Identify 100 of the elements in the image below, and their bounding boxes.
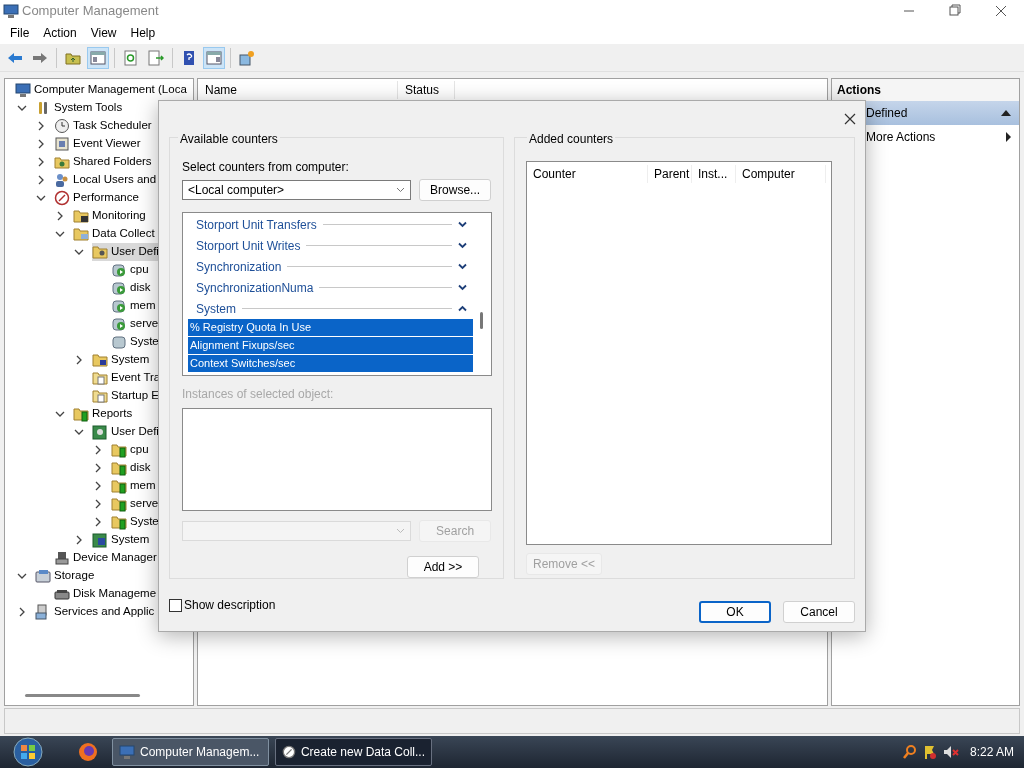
menu-item[interactable]: Help [124, 24, 162, 42]
computer-dropdown[interactable]: <Local computer> [182, 180, 412, 200]
chevron-icon[interactable] [93, 517, 103, 527]
chevron-icon[interactable] [36, 139, 46, 149]
chevron-icon[interactable] [458, 242, 467, 249]
tree-item[interactable]: mem [111, 477, 160, 495]
chevron-icon[interactable] [36, 175, 46, 185]
chevron-icon[interactable] [458, 221, 467, 228]
tree-item[interactable]: Local Users and [54, 171, 161, 189]
column-header[interactable]: Parent [648, 165, 692, 183]
tree-item[interactable]: serve [111, 315, 163, 333]
chevron-icon[interactable] [74, 535, 84, 545]
tree-item[interactable]: Disk Manageme [54, 585, 161, 603]
tree-item[interactable]: serve [111, 495, 163, 513]
toolbar-button[interactable] [203, 46, 225, 69]
counter-category[interactable]: Storport Unit Writes [188, 235, 473, 256]
tree-item[interactable]: Shared Folders [54, 153, 156, 171]
column-header[interactable]: Counter [527, 165, 648, 183]
chevron-icon[interactable] [458, 263, 467, 270]
tree-item[interactable]: User Defi [92, 423, 163, 441]
folder-icon [73, 226, 89, 242]
actions-title: Actions [832, 79, 1019, 101]
chevron-icon[interactable] [17, 103, 27, 113]
chevron-icon[interactable] [36, 121, 46, 131]
browse-button[interactable]: Browse... [419, 179, 491, 201]
tree-item[interactable]: Storage [35, 567, 99, 585]
chevron-icon[interactable] [74, 427, 84, 437]
clock[interactable]: 8:22 AM [969, 743, 1014, 761]
tree-item[interactable]: System [92, 351, 154, 369]
field-label: Instances of selected object: [182, 386, 335, 404]
taskbar-button[interactable]: Create new Data Coll... [275, 738, 432, 766]
counter-item[interactable]: Alignment Fixups/sec [188, 337, 473, 355]
magnifier-icon[interactable] [901, 744, 918, 760]
browser-icon[interactable] [78, 742, 98, 762]
chevron-icon[interactable] [458, 284, 467, 291]
tree-item[interactable]: Syste [111, 513, 163, 531]
chevron-icon[interactable] [93, 463, 103, 473]
counter-item[interactable]: Context Switches/sec [188, 355, 473, 373]
counter-category[interactable]: Storport Unit Transfers [188, 214, 473, 235]
add-button[interactable]: Add >> [407, 556, 479, 578]
tree-item[interactable]: disk [111, 459, 155, 477]
chevron-icon[interactable] [36, 193, 46, 203]
tree-item[interactable]: System [92, 531, 154, 549]
taskbar-button[interactable]: Computer Managem... [112, 738, 269, 766]
chevron-icon[interactable] [55, 229, 65, 239]
counter-category[interactable]: Synchronization [188, 256, 473, 277]
tree-item[interactable]: System Tools [35, 99, 127, 117]
column-header[interactable]: Inst... [692, 165, 736, 183]
tree-item[interactable]: Device Manager [54, 549, 161, 567]
chevron-icon[interactable] [93, 481, 103, 491]
cylinder-icon [111, 262, 127, 278]
instances-list[interactable] [182, 408, 492, 511]
speaker-muted-icon[interactable] [941, 744, 960, 760]
tree-item[interactable]: cpu [111, 441, 153, 459]
tree-item[interactable]: Task Scheduler [54, 117, 156, 135]
tree-item[interactable]: Data Collect [73, 225, 159, 243]
tree-item[interactable]: Monitoring [73, 207, 150, 225]
dialog-button[interactable]: OK [699, 601, 771, 623]
collapse-triangle-icon[interactable] [1001, 110, 1011, 116]
scrollbar[interactable] [25, 694, 140, 697]
column-header[interactable]: Computer [736, 165, 826, 183]
chevron-icon[interactable] [55, 409, 65, 419]
dialog-button[interactable]: Cancel [783, 601, 855, 623]
tree-item[interactable]: mem [111, 297, 160, 315]
chevron-icon[interactable] [93, 445, 103, 455]
toolbar-button[interactable] [87, 46, 109, 69]
chevron-icon[interactable] [17, 607, 27, 617]
checkbox[interactable] [169, 598, 182, 612]
column-header[interactable]: Name [198, 80, 398, 99]
chevron-icon[interactable] [93, 499, 103, 509]
counter-category[interactable]: System [188, 298, 473, 319]
tree-item[interactable]: disk [111, 279, 155, 297]
counter-item[interactable]: % Registry Quota In Use [188, 319, 473, 337]
tree-item[interactable]: Syste [111, 333, 163, 351]
tree-item[interactable]: Services and Applic [35, 603, 159, 621]
close-icon[interactable] [843, 112, 857, 126]
counter-category[interactable]: SynchronizationNuma [188, 277, 473, 298]
column-header[interactable]: Status [398, 80, 455, 99]
menu-item[interactable]: View [84, 24, 123, 42]
chevron-icon[interactable] [458, 305, 467, 312]
tree-item[interactable]: Startup E [92, 387, 163, 405]
tree-item[interactable]: Performance [54, 189, 143, 207]
tree-item[interactable]: Event Viewer [54, 135, 145, 153]
chevron-icon[interactable] [36, 157, 46, 167]
chevron-icon[interactable] [55, 211, 65, 221]
tree-item[interactable]: Computer Management (Loca [15, 81, 191, 99]
chevron-icon[interactable] [17, 571, 27, 581]
chevron-icon[interactable] [74, 247, 84, 257]
chart-folder-icon [73, 208, 89, 224]
chevron-icon[interactable] [74, 355, 84, 365]
menu-item[interactable]: File [4, 24, 36, 42]
checkbox-label: Show description [184, 597, 276, 614]
menu-item[interactable]: Action [37, 24, 83, 42]
action-pane-icon [206, 49, 222, 66]
more-actions-link[interactable]: More Actions [832, 125, 1019, 149]
tree-item[interactable]: cpu [111, 261, 153, 279]
cylinder-icon [111, 334, 127, 350]
tree-item[interactable]: Reports [73, 405, 137, 423]
gauge-icon [282, 744, 296, 760]
scrollbar[interactable] [480, 312, 483, 329]
